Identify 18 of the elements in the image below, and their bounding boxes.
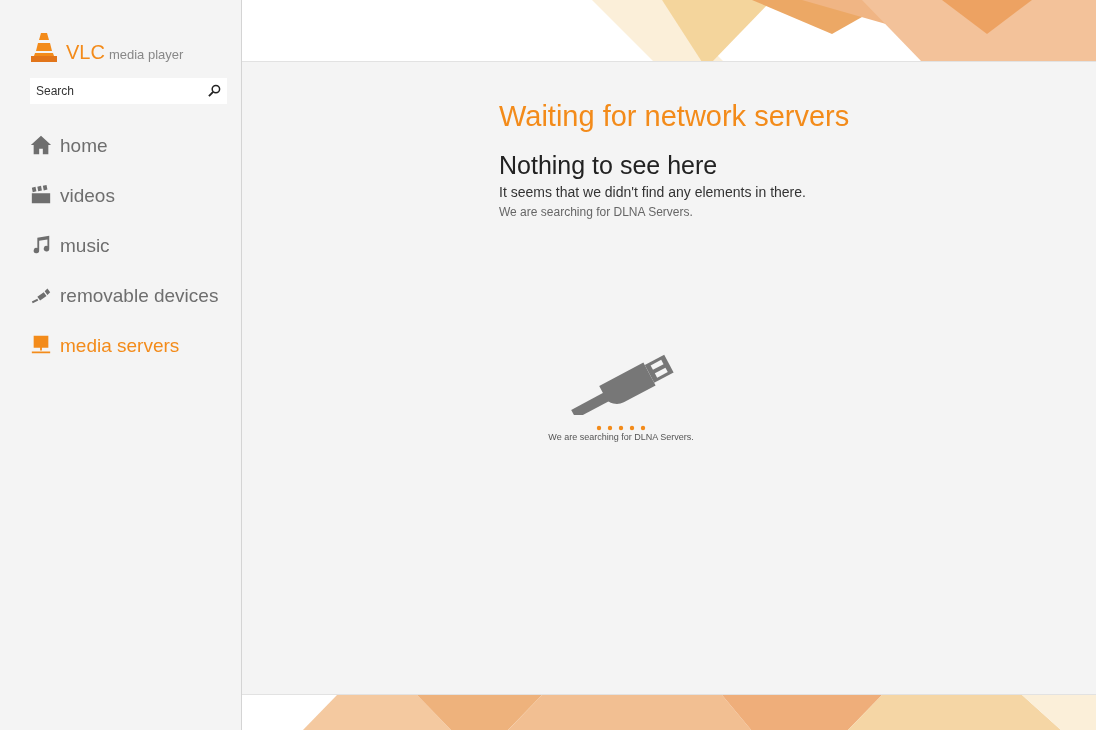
page-title: Waiting for network servers xyxy=(499,99,850,134)
traffic-cone-logo-icon xyxy=(30,32,58,62)
home-icon xyxy=(30,134,52,156)
app-title: VLC xyxy=(66,42,105,62)
empty-heading: Nothing to see here xyxy=(499,150,718,182)
clapperboard-icon xyxy=(30,184,52,206)
search-icon xyxy=(208,84,221,97)
empty-message: It seems that we didn't find any elements in there. xyxy=(499,182,806,202)
nav-item[interactable]: removable devices xyxy=(30,282,227,308)
nav-item[interactable]: home xyxy=(30,132,227,158)
nav-item[interactable]: music xyxy=(30,232,227,258)
loading-dots-icon xyxy=(596,424,646,431)
empty-submessage: We are searching for DLNA Servers. xyxy=(499,203,693,221)
computer-icon xyxy=(30,334,52,356)
nav-item[interactable]: videos xyxy=(30,182,227,208)
app-subtitle: media player xyxy=(108,48,184,61)
search-field[interactable]: Search xyxy=(30,78,227,104)
status-text: We are searching for DLNA Servers. xyxy=(548,430,694,444)
